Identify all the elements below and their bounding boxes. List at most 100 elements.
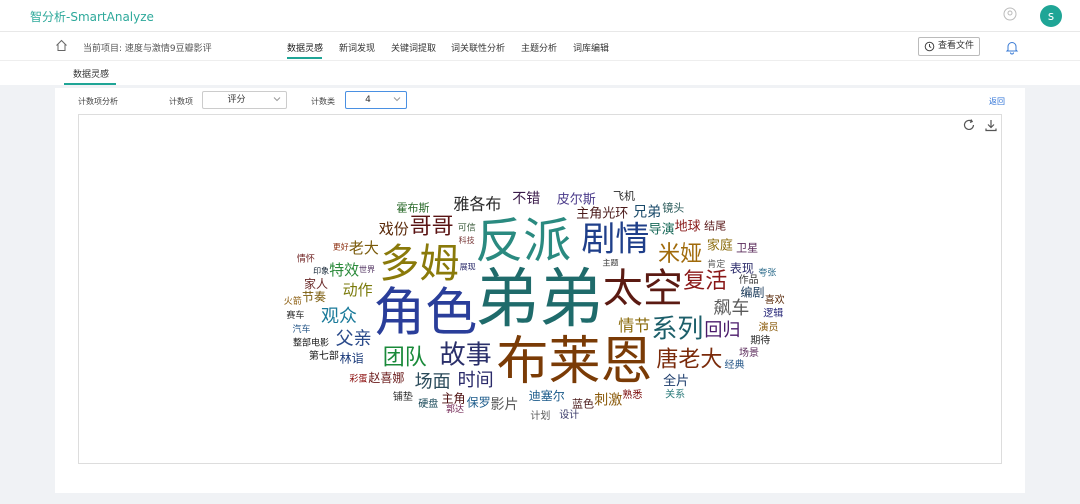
cloud-word: 哥哥 <box>410 214 454 239</box>
count-item-label: 计数项 <box>169 97 193 106</box>
cloud-word: 节奏 <box>302 290 326 304</box>
cloud-word: 动作 <box>343 281 373 299</box>
bell-icon[interactable] <box>1005 40 1019 55</box>
cloud-word: 卫星 <box>736 242 758 255</box>
count-item-value: 评分 <box>227 95 246 105</box>
cloud-word: 场景 <box>739 346 759 359</box>
cloud-word: 结尾 <box>704 220 726 233</box>
cloud-word: 观众 <box>321 306 357 327</box>
cloud-word: 飙车 <box>713 298 749 319</box>
cloud-word: 喜欢 <box>765 293 785 306</box>
cloud-word: 熟悉 <box>622 388 642 401</box>
view-file-label: 查看文件 <box>938 41 975 51</box>
count-class-label: 计数类 <box>311 97 335 106</box>
tab-word-correlation[interactable]: 词关联性分析 <box>451 41 505 54</box>
cloud-word: 时间 <box>458 370 494 391</box>
cloud-word: 镜头 <box>662 201 684 215</box>
section-label: 计数项分析 <box>78 97 118 106</box>
tab-new-word-discovery[interactable]: 新词发现 <box>339 41 375 54</box>
cloud-word: 刺激 <box>594 391 622 408</box>
cloud-word: 米娅 <box>658 242 702 267</box>
current-project-label: 当前项目: 速度与激情9豆瓣影评 <box>83 44 212 54</box>
cloud-word: 关系 <box>665 388 685 401</box>
cloud-word: 特效 <box>329 261 359 279</box>
cloud-word: 布莱恩 <box>496 332 652 392</box>
sub-nav-bar: 数据灵感 <box>0 60 1080 85</box>
tab-keyword-extraction[interactable]: 关键词提取 <box>391 41 436 54</box>
word-cloud: 弟弟布莱恩角色 反派太空 多姆 剧情故事 系列 米娅复活团队 哥哥唐老大时间 飙车回归场面 父亲… <box>284 188 785 422</box>
cloud-word: 更好 <box>333 241 349 251</box>
cloud-word: 多姆 <box>379 241 459 287</box>
cloud-word: 不错 <box>512 191 540 207</box>
avatar[interactable]: s <box>1040 5 1062 27</box>
back-link[interactable]: 返回 <box>989 96 1005 107</box>
cloud-word: 老大 <box>349 239 379 257</box>
cloud-word: 期待 <box>750 333 770 346</box>
cloud-word: 唐老大 <box>656 348 722 373</box>
cloud-word: 皮尔斯 <box>557 193 596 208</box>
history-icon <box>924 41 935 52</box>
cloud-word: 故事 <box>440 340 492 370</box>
download-icon[interactable] <box>984 118 998 132</box>
cloud-word: 剧情 <box>581 220 649 260</box>
tab-data-inspiration[interactable]: 数据灵感 <box>287 41 323 54</box>
cloud-word: 印象 <box>313 266 329 276</box>
refresh-icon[interactable] <box>962 118 976 132</box>
home-icon[interactable] <box>55 39 68 52</box>
cloud-word: 彩蛋 <box>349 373 367 384</box>
cloud-word: 兄弟 <box>633 204 661 220</box>
cloud-word: 全片 <box>663 373 689 389</box>
cloud-word: 弟弟 <box>475 263 603 337</box>
cloud-word: 导演 <box>649 221 675 237</box>
cloud-word: 郭达 <box>446 403 464 415</box>
tab-topic-analysis[interactable]: 主题分析 <box>521 41 557 54</box>
location-pin-icon[interactable] <box>1003 7 1017 21</box>
tab-dictionary-edit[interactable]: 词库编辑 <box>573 41 609 54</box>
cloud-word: 主题 <box>602 258 618 268</box>
view-file-button[interactable]: 查看文件 <box>918 37 980 56</box>
cloud-word: 作品 <box>739 274 759 286</box>
cloud-word: 戏份 <box>379 220 409 238</box>
cloud-word: 主角光环 <box>576 207 628 222</box>
cloud-word: 编剧 <box>740 285 764 300</box>
cloud-word: 林诣 <box>340 352 364 366</box>
chevron-down-icon <box>393 97 401 102</box>
cloud-word: 铺垫 <box>393 390 413 403</box>
subtab-data-inspiration[interactable]: 数据灵感 <box>73 67 109 80</box>
cloud-word: 演员 <box>758 320 778 333</box>
cloud-word: 家庭 <box>707 238 733 254</box>
cloud-word: 肯定 <box>707 258 725 270</box>
cloud-word: 火箭 <box>284 295 302 307</box>
cloud-word: 设计 <box>559 408 579 421</box>
cloud-word: 赛车 <box>286 309 304 321</box>
cloud-word: 科技 <box>459 235 475 245</box>
cloud-word: 雅各布 <box>453 194 501 213</box>
cloud-word: 角色 <box>373 283 477 343</box>
cloud-word: 赵喜娜 <box>368 371 404 385</box>
cloud-word: 情怀 <box>297 253 315 265</box>
cloud-word: 整部电影 <box>293 337 329 349</box>
cloud-word: 霍布斯 <box>397 201 430 214</box>
cloud-word: 地球 <box>675 220 701 235</box>
cloud-word: 影片 <box>491 397 519 413</box>
cloud-word: 情节 <box>618 316 650 335</box>
count-class-value: 4 <box>365 95 371 105</box>
cloud-word: 硬盘 <box>418 397 438 410</box>
cloud-word: 可信 <box>458 221 476 233</box>
chevron-down-icon <box>273 97 281 102</box>
cloud-word: 主角 <box>441 392 465 406</box>
cloud-word: 回归 <box>704 320 740 341</box>
cloud-word: 第七部 <box>309 349 339 362</box>
cloud-word: 经典 <box>725 358 745 371</box>
cloud-word: 展现 <box>460 262 476 271</box>
cloud-word: 世界 <box>359 264 375 274</box>
cloud-word: 家人 <box>304 276 328 291</box>
cloud-word: 表现 <box>730 261 754 275</box>
analysis-panel: 计数项分析 计数项 评分 计数类 4 返回 弟弟 布莱恩 角色 反派 太空 多姆 剧情 故事 系… <box>55 88 1025 493</box>
cloud-word: 反派 <box>475 213 571 269</box>
cloud-word: 复活 <box>683 269 727 294</box>
cloud-word: 飞机 <box>613 188 635 202</box>
count-class-select[interactable]: 4 <box>345 91 407 109</box>
word-cloud-container: 弟弟 布莱恩 角色 反派 太空 多姆 剧情 故事 系列 米娅 复活 团队 哥哥 唐老大 时间 飙车 回归 场面 父亲… <box>78 114 1002 464</box>
count-item-select[interactable]: 评分 <box>202 91 287 109</box>
